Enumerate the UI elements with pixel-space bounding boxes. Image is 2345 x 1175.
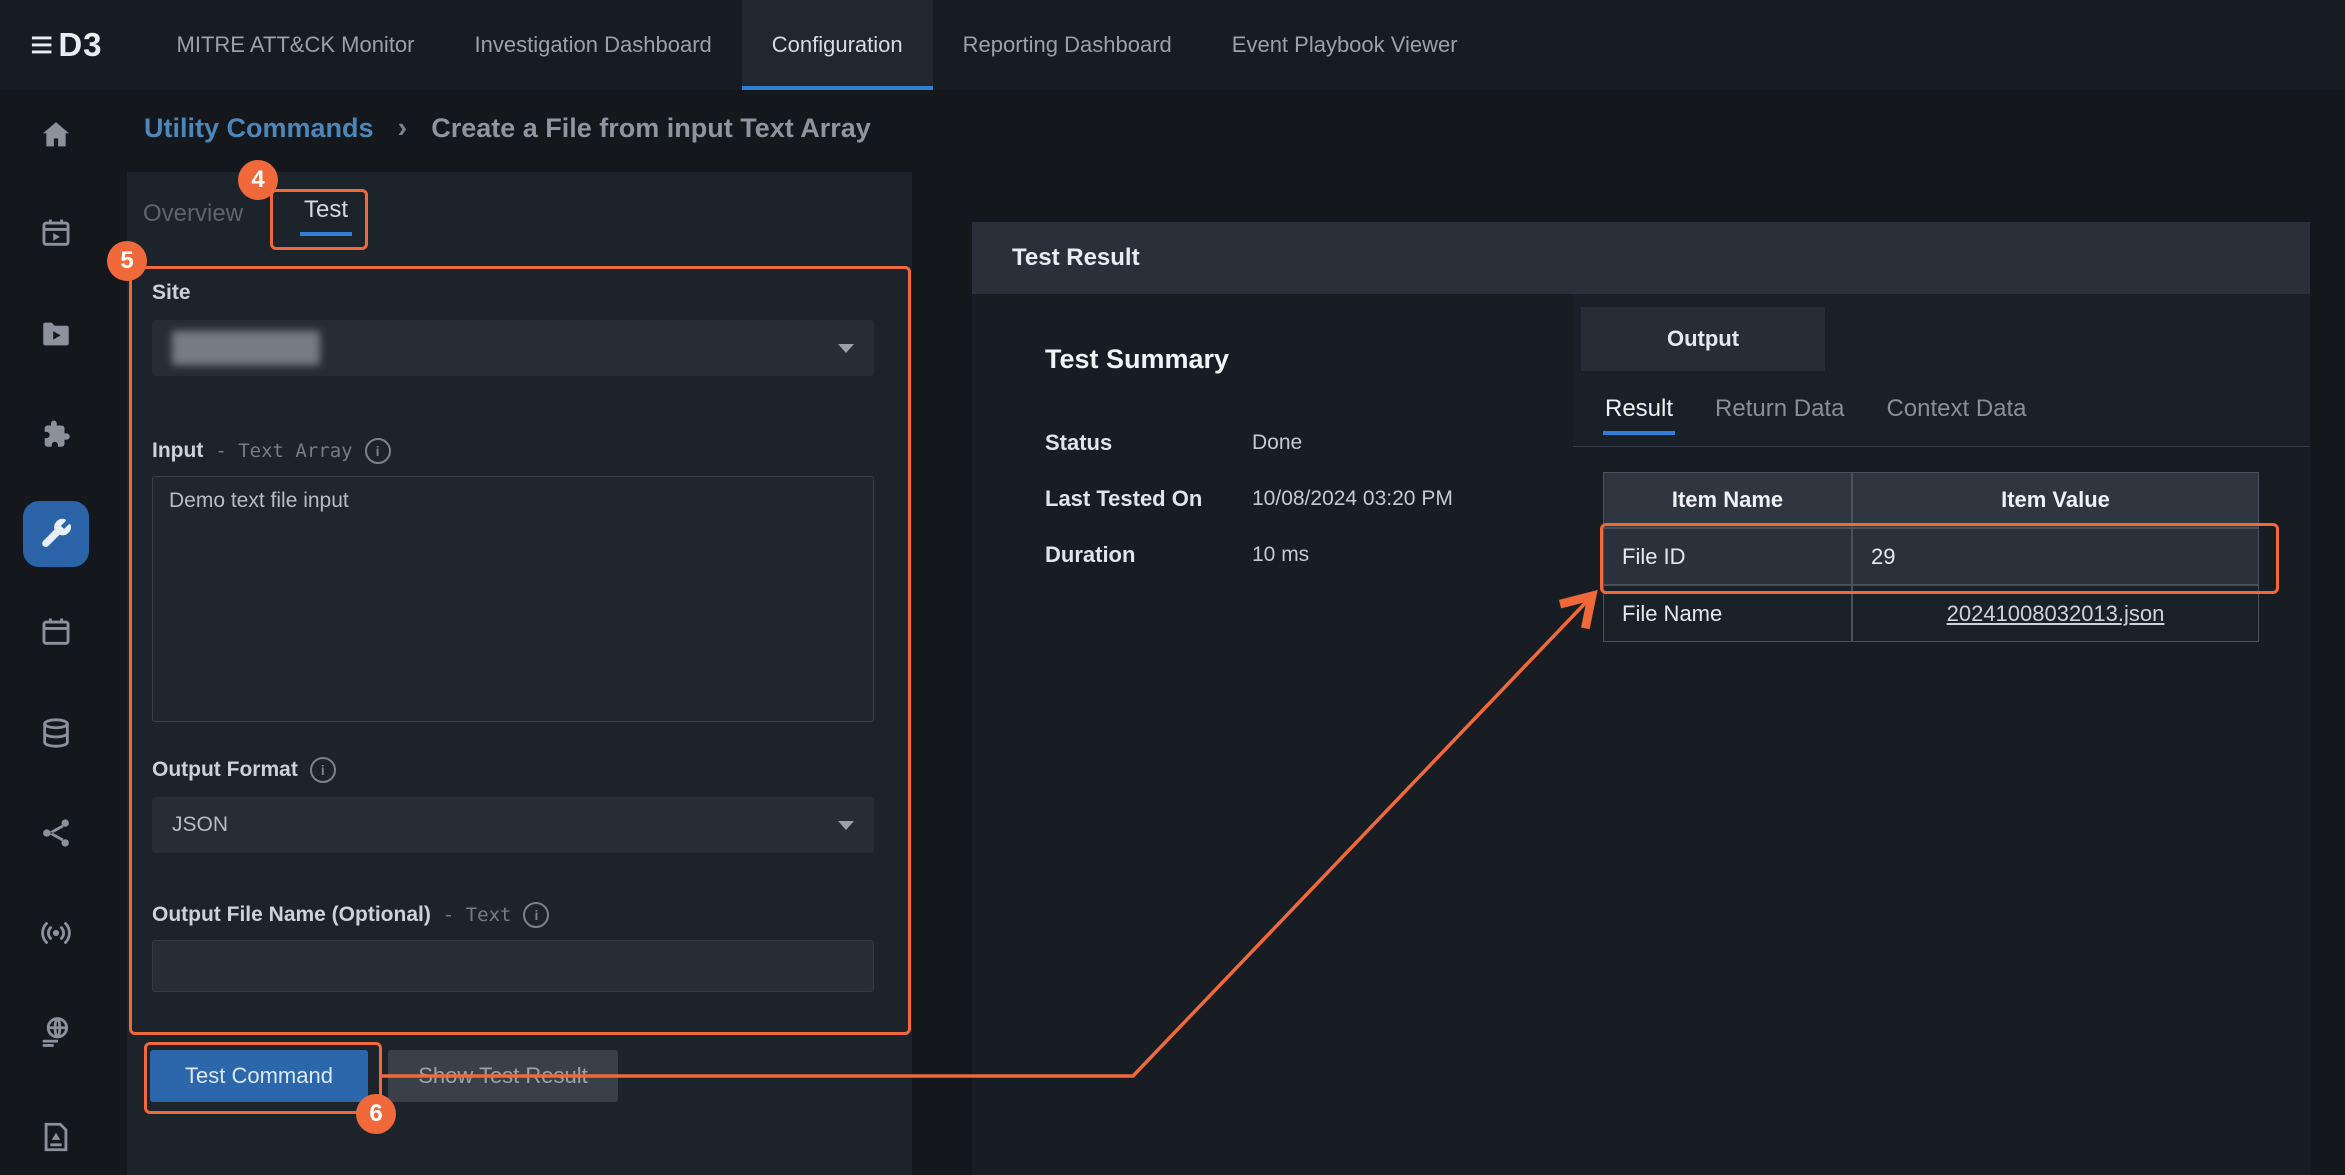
- geolocation-icon[interactable]: [39, 1015, 73, 1049]
- d3-logo-mark-icon: ≡: [30, 25, 53, 65]
- output-file-name-input[interactable]: [152, 940, 874, 992]
- top-navigation: ≡ D3 MITRE ATT&CK Monitor Investigation …: [0, 0, 2345, 90]
- annotation-badge-6: 6: [356, 1094, 396, 1134]
- nav-item-event-playbook-viewer[interactable]: Event Playbook Viewer: [1202, 0, 1488, 90]
- breadcrumb-separator: ›: [398, 112, 408, 145]
- tab-test[interactable]: Test: [300, 196, 352, 236]
- input-label: Input: [152, 439, 203, 463]
- calendar-icon[interactable]: [39, 615, 73, 649]
- d3-logo: ≡ D3: [30, 0, 103, 90]
- site-value-redacted: [172, 331, 320, 365]
- utility-commands-icon[interactable]: [23, 501, 89, 567]
- output-format-label-row: Output Format i: [152, 757, 336, 783]
- test-summary-title: Test Summary: [1045, 344, 1229, 375]
- schedule-icon[interactable]: [39, 216, 73, 250]
- connections-icon[interactable]: [39, 816, 73, 850]
- chevron-down-icon: [838, 821, 854, 830]
- integrations-icon[interactable]: [39, 417, 73, 451]
- playbooks-icon[interactable]: [39, 317, 73, 351]
- input-type-hint: - Text Array: [215, 440, 352, 462]
- output-subtab-row: Result Return Data Context Data: [1573, 371, 2310, 447]
- annotation-badge-4: 4: [238, 160, 278, 200]
- d3-logo-text: D3: [58, 26, 102, 64]
- nav-item-configuration[interactable]: Configuration: [742, 0, 933, 90]
- tab-output[interactable]: Output: [1581, 307, 1825, 371]
- annotation-badge-5: 5: [107, 241, 147, 281]
- subtab-result[interactable]: Result: [1603, 383, 1675, 435]
- file-id-value-cell: 29: [1852, 528, 2259, 585]
- output-file-name-label: Output File Name (Optional): [152, 903, 431, 927]
- output-file-name-type-hint: - Text: [443, 904, 512, 926]
- page-title: Create a File from input Text Array: [431, 113, 871, 144]
- last-tested-on-value: 10/08/2024 03:20 PM: [1252, 487, 1453, 511]
- subtab-context-data[interactable]: Context Data: [1884, 383, 2028, 435]
- test-command-button[interactable]: Test Command: [150, 1050, 368, 1102]
- info-icon[interactable]: i: [523, 902, 549, 928]
- output-format-value: JSON: [172, 813, 228, 837]
- input-textarea[interactable]: Demo text file input: [152, 476, 874, 722]
- show-test-result-button[interactable]: Show Test Result: [388, 1050, 618, 1102]
- nav-items: MITRE ATT&CK Monitor Investigation Dashb…: [147, 0, 1488, 90]
- database-icon[interactable]: [39, 716, 73, 750]
- duration-value: 10 ms: [1252, 543, 1309, 567]
- active-sidebar-highlight: [23, 501, 89, 567]
- duration-label: Duration: [1045, 542, 1135, 568]
- broadcast-icon[interactable]: [39, 916, 73, 950]
- nav-item-reporting-dashboard[interactable]: Reporting Dashboard: [933, 0, 1202, 90]
- test-result-title: Test Result: [1012, 244, 1140, 272]
- output-format-label: Output Format: [152, 758, 298, 782]
- column-header-item-value: Item Value: [1852, 472, 2259, 528]
- table-row-file-name[interactable]: File Name 20241008032013.json: [1603, 585, 2259, 642]
- nav-item-mitre-attck-monitor[interactable]: MITRE ATT&CK Monitor: [147, 0, 445, 90]
- result-table: Item Name Item Value File ID 29 File Nam…: [1603, 472, 2259, 642]
- file-id-name-cell: File ID: [1603, 528, 1852, 585]
- column-header-item-name: Item Name: [1603, 472, 1852, 528]
- table-header-row: Item Name Item Value: [1603, 472, 2259, 528]
- subtab-return-data[interactable]: Return Data: [1713, 383, 1846, 435]
- info-icon[interactable]: i: [365, 438, 391, 464]
- breadcrumb: Utility Commands › Create a File from in…: [112, 90, 2345, 166]
- output-file-name-label-row: Output File Name (Optional) - Text i: [152, 902, 549, 928]
- tab-overview[interactable]: Overview: [143, 200, 243, 228]
- site-select[interactable]: [152, 320, 874, 376]
- site-label: Site: [152, 281, 191, 305]
- app-screen: ≡ D3 MITRE ATT&CK Monitor Investigation …: [0, 0, 2345, 1175]
- file-name-value-cell: 20241008032013.json: [1852, 585, 2259, 642]
- table-row-file-id[interactable]: File ID 29: [1603, 528, 2259, 585]
- nav-item-investigation-dashboard[interactable]: Investigation Dashboard: [445, 0, 742, 90]
- home-icon[interactable]: [39, 118, 73, 152]
- status-label: Status: [1045, 430, 1112, 456]
- info-icon[interactable]: i: [310, 757, 336, 783]
- file-name-name-cell: File Name: [1603, 585, 1852, 642]
- status-value: Done: [1252, 431, 1302, 455]
- output-format-select[interactable]: JSON: [152, 797, 874, 853]
- file-name-link[interactable]: 20241008032013.json: [1947, 601, 2165, 627]
- reports-icon[interactable]: [39, 1120, 73, 1154]
- breadcrumb-parent-link[interactable]: Utility Commands: [144, 113, 374, 144]
- last-tested-on-label: Last Tested On: [1045, 486, 1202, 512]
- input-label-row: Input - Text Array i: [152, 438, 391, 464]
- chevron-down-icon: [838, 344, 854, 353]
- test-result-header: Test Result: [972, 222, 2310, 294]
